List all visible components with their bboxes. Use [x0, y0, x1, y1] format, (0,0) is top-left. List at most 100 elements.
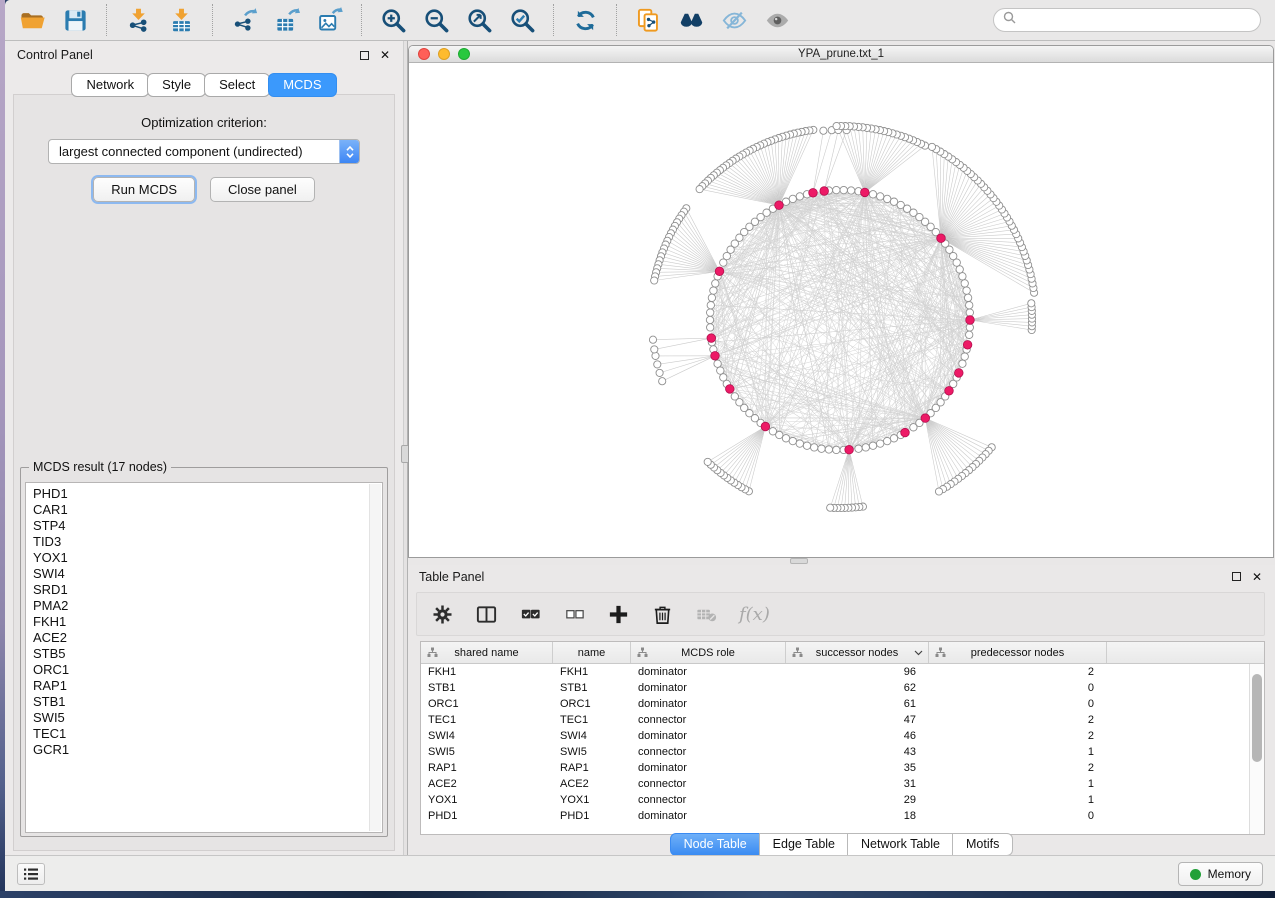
network-node[interactable]	[833, 186, 840, 193]
save-session-icon[interactable]	[58, 3, 92, 37]
mcds-hub-node[interactable]	[945, 387, 954, 396]
mcds-hub-node[interactable]	[775, 201, 784, 210]
leaf-node[interactable]	[820, 127, 827, 134]
mcds-hub-node[interactable]	[820, 187, 829, 196]
scrollbar-thumb[interactable]	[1252, 674, 1262, 762]
network-node[interactable]	[847, 187, 854, 194]
column-header-MCDS-role[interactable]: MCDS role	[631, 642, 786, 663]
mcds-result-item[interactable]: ACE2	[33, 630, 382, 646]
network-node[interactable]	[840, 186, 847, 193]
close-window-icon[interactable]	[418, 48, 430, 60]
network-node[interactable]	[811, 444, 818, 451]
leaf-node[interactable]	[704, 458, 711, 465]
network-node[interactable]	[959, 273, 966, 280]
network-overview-icon[interactable]	[674, 3, 708, 37]
column-header-successor-nodes[interactable]: successor nodes	[786, 642, 929, 663]
table-row[interactable]: TEC1TEC1connector472	[421, 712, 1264, 728]
network-node[interactable]	[966, 324, 973, 331]
network-node[interactable]	[720, 259, 727, 266]
zoom-fit-icon[interactable]	[462, 3, 496, 37]
tab-network-table[interactable]: Network Table	[847, 833, 954, 856]
mcds-result-item[interactable]: TEC1	[33, 726, 382, 742]
mcds-result-item[interactable]: RAP1	[33, 678, 382, 694]
leaf-node[interactable]	[649, 336, 656, 343]
network-node[interactable]	[869, 191, 876, 198]
network-node[interactable]	[789, 195, 796, 202]
mcds-result-item[interactable]: FKH1	[33, 614, 382, 630]
function-builder-icon[interactable]: f(x)	[739, 604, 770, 625]
network-node[interactable]	[707, 324, 714, 331]
mcds-result-item[interactable]: YOX1	[33, 550, 382, 566]
network-node[interactable]	[869, 442, 876, 449]
maximize-window-icon[interactable]	[458, 48, 470, 60]
network-node[interactable]	[712, 280, 719, 287]
network-node[interactable]	[890, 435, 897, 442]
memory-button[interactable]: Memory	[1178, 862, 1263, 886]
network-node[interactable]	[964, 294, 971, 301]
network-node[interactable]	[717, 367, 724, 374]
leaf-node[interactable]	[935, 488, 942, 495]
deselect-all-icon[interactable]	[563, 603, 586, 626]
mcds-result-item[interactable]: STB1	[33, 694, 382, 710]
mcds-result-item[interactable]: STB5	[33, 646, 382, 662]
mcds-result-item[interactable]: PHD1	[33, 486, 382, 502]
leaf-node[interactable]	[656, 369, 663, 376]
tab-mcds[interactable]: MCDS	[268, 73, 336, 97]
delete-table-icon[interactable]	[695, 603, 718, 626]
network-node[interactable]	[966, 302, 973, 309]
network-node[interactable]	[710, 287, 717, 294]
network-node[interactable]	[855, 445, 862, 452]
leaf-node[interactable]	[1028, 300, 1035, 307]
network-node[interactable]	[803, 442, 810, 449]
network-node[interactable]	[961, 353, 968, 360]
network-node[interactable]	[884, 195, 891, 202]
leaf-node[interactable]	[659, 378, 666, 385]
table-row[interactable]: RAP1RAP1dominator352	[421, 760, 1264, 776]
network-node[interactable]	[707, 302, 714, 309]
network-node[interactable]	[818, 445, 825, 452]
delete-row-icon[interactable]	[651, 603, 674, 626]
network-node[interactable]	[877, 193, 884, 200]
network-node[interactable]	[862, 444, 869, 451]
mcds-result-item[interactable]: GCR1	[33, 742, 382, 758]
add-column-icon[interactable]	[607, 603, 630, 626]
zoom-selected-icon[interactable]	[505, 3, 539, 37]
column-header-name[interactable]: name	[553, 642, 631, 663]
table-row[interactable]: ORC1ORC1dominator610	[421, 696, 1264, 712]
table-row[interactable]: YOX1YOX1connector291	[421, 792, 1264, 808]
network-node[interactable]	[897, 201, 904, 208]
network-node[interactable]	[961, 280, 968, 287]
list-scrollbar[interactable]	[369, 484, 381, 831]
tab-network[interactable]: Network	[71, 73, 149, 97]
select-all-icon[interactable]	[519, 603, 542, 626]
network-node[interactable]	[796, 440, 803, 447]
mcds-result-item[interactable]: PMA2	[33, 598, 382, 614]
import-network-icon[interactable]	[121, 3, 155, 37]
mcds-hub-node[interactable]	[761, 422, 770, 431]
close-table-panel-icon[interactable]: ✕	[1252, 571, 1262, 583]
leaf-node[interactable]	[651, 277, 658, 284]
mcds-hub-node[interactable]	[711, 352, 720, 361]
mcds-hub-node[interactable]	[845, 445, 854, 454]
minimize-window-icon[interactable]	[438, 48, 450, 60]
mcds-result-item[interactable]: CAR1	[33, 502, 382, 518]
leaf-node[interactable]	[928, 143, 935, 150]
network-node[interactable]	[877, 440, 884, 447]
mcds-result-item[interactable]: ORC1	[33, 662, 382, 678]
leaf-node[interactable]	[652, 352, 659, 359]
leaf-node[interactable]	[696, 186, 703, 193]
mcds-hub-node[interactable]	[707, 334, 716, 343]
network-node[interactable]	[956, 266, 963, 273]
table-row[interactable]: ACE2ACE2connector311	[421, 776, 1264, 792]
gear-icon[interactable]	[431, 603, 454, 626]
tab-style[interactable]: Style	[147, 73, 206, 97]
split-columns-icon[interactable]	[475, 603, 498, 626]
mcds-hub-node[interactable]	[715, 267, 724, 276]
mcds-hub-node[interactable]	[726, 385, 735, 394]
network-node[interactable]	[796, 193, 803, 200]
table-row[interactable]: SWI4SWI4dominator462	[421, 728, 1264, 744]
export-image-icon[interactable]	[313, 3, 347, 37]
mcds-result-item[interactable]: STP4	[33, 518, 382, 534]
task-history-button[interactable]	[17, 863, 45, 885]
float-table-panel-icon[interactable]	[1232, 572, 1241, 581]
